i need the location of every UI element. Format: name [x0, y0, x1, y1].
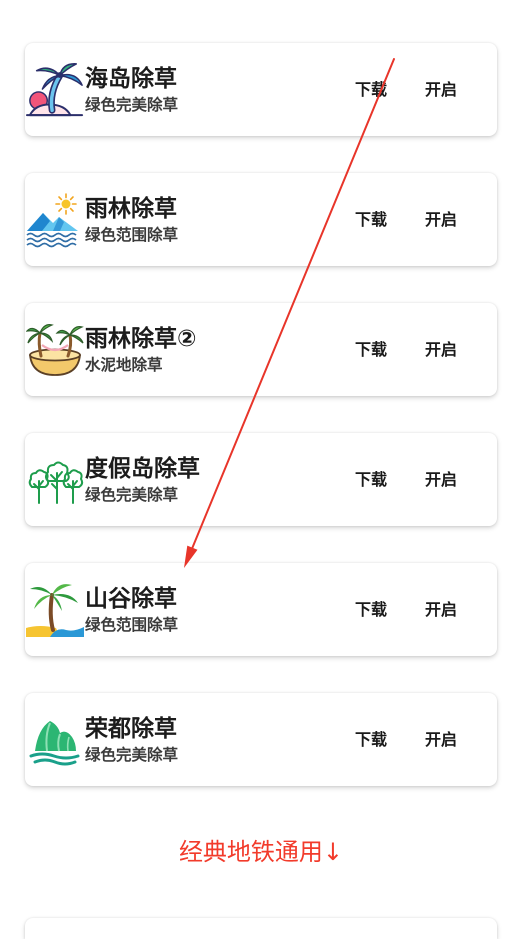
card-title: 山谷除草 [85, 586, 177, 612]
green-hills-waves-icon [26, 711, 84, 769]
list-card-partial [25, 918, 497, 939]
list-card: 雨林除草② 水泥地除草 下载 开启 [25, 303, 497, 396]
palm-island-icon [26, 61, 84, 119]
card-subtitle: 绿色范围除草 [85, 226, 179, 244]
download-button[interactable]: 下载 [341, 330, 401, 370]
palm-beach-icon [26, 581, 84, 639]
open-button[interactable]: 开启 [411, 330, 471, 370]
download-button[interactable]: 下载 [341, 460, 401, 500]
card-subtitle: 水泥地除草 [85, 356, 163, 374]
list-card: 度假岛除草 绿色完美除草 下载 开启 [25, 433, 497, 526]
card-title: 雨林除草 [85, 196, 177, 222]
forest-trees-icon-svg [28, 461, 84, 504]
mountain-sun-waves-icon-svg [26, 193, 78, 248]
list-card: 雨林除草 绿色范围除草 下载 开启 [25, 173, 497, 266]
download-button[interactable]: 下载 [341, 720, 401, 760]
open-button[interactable]: 开启 [411, 200, 471, 240]
card-subtitle: 绿色完美除草 [85, 96, 179, 114]
open-button[interactable]: 开启 [411, 70, 471, 110]
download-button[interactable]: 下载 [341, 200, 401, 240]
mountain-sun-waves-icon [26, 191, 84, 249]
palm-island-icon-svg [26, 63, 84, 117]
section-heading: 经典地铁通用↓ [178, 838, 344, 866]
open-button[interactable]: 开启 [411, 720, 471, 760]
palm-bowl-island-icon-svg [26, 324, 84, 376]
palm-beach-icon-svg [26, 584, 84, 637]
palm-bowl-island-icon [26, 321, 84, 379]
list-card: 荣都除草 绿色完美除草 下载 开启 [25, 693, 497, 786]
card-subtitle: 绿色完美除草 [85, 486, 179, 504]
open-button[interactable]: 开启 [411, 590, 471, 630]
download-button[interactable]: 下载 [341, 70, 401, 110]
card-title: 度假岛除草 [85, 456, 200, 482]
card-title: 雨林除草② [85, 326, 197, 352]
card-subtitle: 绿色范围除草 [85, 616, 179, 634]
card-title: 荣都除草 [85, 716, 177, 742]
list-card: 海岛除草 绿色完美除草 下载 开启 [25, 43, 497, 136]
list-card: 山谷除草 绿色范围除草 下载 开启 [25, 563, 497, 656]
card-subtitle: 绿色完美除草 [85, 746, 179, 764]
card-title: 海岛除草 [85, 66, 177, 92]
green-hills-waves-icon-svg [29, 721, 80, 766]
download-button[interactable]: 下载 [341, 590, 401, 630]
open-button[interactable]: 开启 [411, 460, 471, 500]
forest-trees-icon [26, 451, 84, 509]
